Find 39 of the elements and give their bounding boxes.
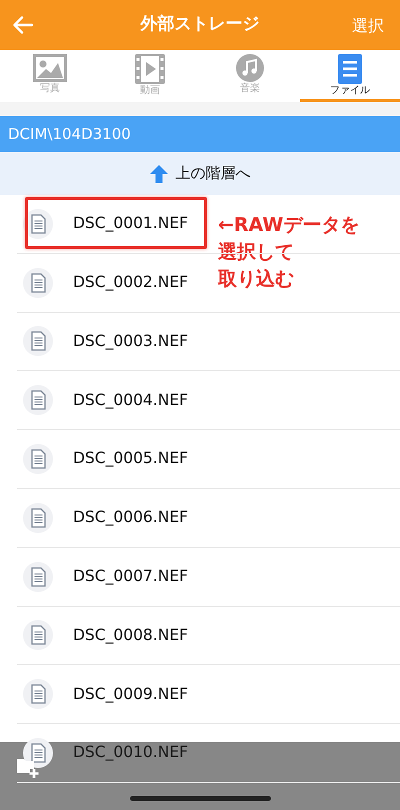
up-arrow-icon (150, 164, 168, 182)
file-name: DSC_0009.NEF (73, 684, 188, 705)
file-row[interactable]: DSC_0004.NEF (17, 371, 400, 430)
document-icon (23, 562, 53, 592)
file-name: DSC_0010.NEF (73, 742, 188, 764)
file-name: DSC_0001.NEF (73, 213, 188, 234)
annotation-text: 取り込む (218, 267, 295, 292)
document-icon (23, 444, 53, 474)
file-name: DSC_0003.NEF (73, 330, 188, 352)
file-name: DSC_0008.NEF (73, 624, 188, 646)
annotation-text: ←RAWデータを (218, 213, 360, 238)
file-row[interactable]: DSC_0005.NEF (17, 430, 400, 489)
file-row[interactable]: DSC_0008.NEF (17, 606, 400, 666)
parent-folder-button[interactable]: 上の階層へ (0, 152, 400, 195)
screen-title: 外部ストレージ (140, 13, 260, 36)
file-name: DSC_0006.NEF (73, 507, 188, 528)
document-icon (23, 208, 53, 239)
document-icon (23, 679, 53, 710)
document-icon (23, 620, 53, 650)
image-icon (33, 54, 67, 82)
music-note-icon (236, 54, 264, 82)
list-icon (338, 54, 362, 84)
tab[interactable]: ファイル (300, 50, 400, 102)
file-name: DSC_0004.NEF (73, 390, 188, 411)
film-icon (135, 54, 165, 84)
back-arrow-icon (12, 14, 34, 36)
document-icon (23, 502, 53, 533)
file-row[interactable]: DSC_0003.NEF (17, 312, 400, 372)
file-row[interactable]: DSC_0007.NEF (17, 548, 400, 607)
document-icon (23, 326, 53, 356)
back-button[interactable] (12, 14, 34, 36)
file-row[interactable]: DSC_0009.NEF (17, 665, 400, 724)
document-icon (23, 385, 53, 416)
file-name: DSC_0005.NEF (73, 448, 188, 470)
file-name: DSC_0007.NEF (73, 566, 188, 588)
path-text: DCIM\104D3100 (8, 125, 131, 143)
file-name: DSC_0002.NEF (73, 272, 188, 294)
document-icon (23, 268, 53, 298)
file-row[interactable]: DSC_0006.NEF (17, 488, 400, 548)
